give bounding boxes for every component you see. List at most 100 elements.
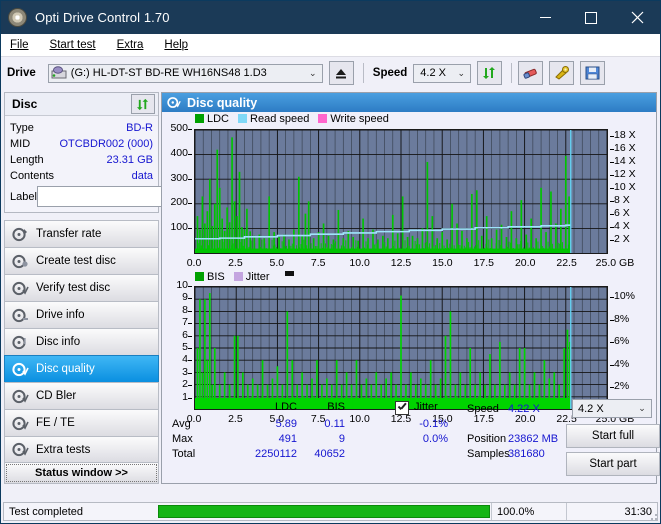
y2-tick-mark xyxy=(610,239,614,241)
y2-tick-label: 8 X xyxy=(614,193,630,206)
tools-button[interactable] xyxy=(549,61,575,85)
sidebar-item-disc-quality[interactable]: Disc quality xyxy=(4,355,159,382)
y-tick-label: 500 xyxy=(170,122,188,134)
menu-file[interactable]: File xyxy=(10,39,29,51)
minimize-button[interactable] xyxy=(522,2,568,34)
sidebar-item-label: Transfer rate xyxy=(36,228,102,240)
disc-row-length: Length 23.31 GB xyxy=(10,152,153,168)
status-window-button[interactable]: Status window >> xyxy=(4,462,159,484)
save-button[interactable] xyxy=(580,61,606,85)
sidebar-item-extra-tests[interactable]: Extra tests xyxy=(4,436,159,463)
stats-avg-bis: 0.11 xyxy=(324,418,345,430)
speed-select[interactable]: 4.2 X ⌄ xyxy=(413,63,472,83)
menu-start-test[interactable]: Start test xyxy=(50,39,96,51)
drive-icon xyxy=(51,66,67,79)
disc-mid-value: OTCBDR002 (000) xyxy=(59,138,153,150)
save-icon xyxy=(585,66,600,80)
menu-extra[interactable]: Extra xyxy=(117,39,144,51)
menu-help[interactable]: Help xyxy=(164,39,188,51)
y-tick-mark xyxy=(188,153,192,155)
disc-quality-icon xyxy=(12,362,29,376)
sidebar-item-cd-bler[interactable]: CD Bler xyxy=(4,382,159,409)
disc-quality-header: Disc quality xyxy=(162,93,656,112)
sidebar-item-create-test-disc[interactable]: Create test disc xyxy=(4,247,159,274)
y2-tick-label: 12 X xyxy=(614,167,636,180)
disc-refresh-button[interactable] xyxy=(131,94,155,114)
y-tick-mark xyxy=(188,348,192,349)
window-title: Opti Drive Control 1.70 xyxy=(35,10,170,25)
drive-select[interactable]: (G:) HL-DT-ST BD-RE WH16NS48 1.D3 ⌄ xyxy=(47,63,323,83)
legend-item-read-speed: Read speed xyxy=(238,113,309,125)
disc-quality-icon xyxy=(167,97,181,108)
menu-help-label: Help xyxy=(164,39,189,51)
stats-row-key-total: Total xyxy=(172,448,196,460)
verify-test-disc-icon xyxy=(12,281,29,295)
disc-row-mid: MID OTCBDR002 (000) xyxy=(10,136,153,152)
chart-top-legend: LDC Read speed Write speed xyxy=(162,112,656,125)
y2-tick-mark xyxy=(610,342,614,344)
stats-header-bis: BIS xyxy=(327,401,345,413)
y2-tick-mark xyxy=(610,387,614,389)
progress-bar xyxy=(158,505,490,518)
fe-te-icon xyxy=(12,416,29,430)
y2-tick-label: 4% xyxy=(614,357,630,370)
y-tick-mark xyxy=(188,335,192,337)
x-tick-label: 15.0 xyxy=(432,257,453,269)
y-tick-mark xyxy=(188,372,192,374)
start-full-button[interactable]: Start full xyxy=(566,424,660,448)
tools-icon xyxy=(555,66,569,80)
eject-button[interactable] xyxy=(328,61,354,85)
sidebar-item-label: Verify test disc xyxy=(36,282,111,294)
maximize-button[interactable] xyxy=(568,2,614,34)
y2-tick-label: 4 X xyxy=(614,219,630,232)
test-speed-select[interactable]: 4.2 X ⌄ xyxy=(572,399,652,418)
stats-header-ldc: LDC xyxy=(274,401,297,413)
sidebar-item-label: CD Bler xyxy=(36,390,77,402)
disc-label-key: Label xyxy=(10,190,37,203)
sidebar-item-transfer-rate[interactable]: Transfer rate xyxy=(4,220,159,247)
sidebar-item-verify-test-disc[interactable]: Verify test disc xyxy=(4,274,159,301)
disc-type-key: Type xyxy=(10,122,34,134)
stats-area: LDC BIS Jitter Avg 5.89 0.11 -0.1% Max 4… xyxy=(162,399,660,483)
legend-item-write-speed: Write speed xyxy=(318,113,389,125)
disc-info-rows: Type BD-R MID OTCBDR002 (000) Length 23.… xyxy=(5,116,240,212)
y-tick-mark xyxy=(188,203,192,205)
chevron-down-icon: ⌄ xyxy=(457,67,466,78)
menu-extra-label: Extra xyxy=(116,39,144,51)
disc-quality-title: Disc quality xyxy=(187,95,258,110)
sidebar-item-fe-te[interactable]: FE / TE xyxy=(4,409,159,436)
y-tick-mark xyxy=(188,129,192,130)
sidebar-item-label: Create test disc xyxy=(36,255,116,267)
sidebar-item-label: Extra tests xyxy=(36,443,91,456)
jitter-checkbox[interactable] xyxy=(395,401,409,415)
menu-bar: File Start test Extra Help xyxy=(1,34,660,57)
sidebar-item-drive-info[interactable]: Drive info xyxy=(4,301,159,328)
app-icon xyxy=(8,8,27,27)
erase-button[interactable] xyxy=(518,61,544,85)
y-tick-mark xyxy=(188,310,192,312)
y2-tick-mark xyxy=(610,135,614,137)
legend-swatch-ldc xyxy=(195,114,204,123)
progress-bar-container xyxy=(157,503,491,520)
disc-contents-value: data xyxy=(131,170,153,182)
refresh-button[interactable] xyxy=(477,61,503,85)
sidebar-item-disc-info[interactable]: Disc info xyxy=(4,328,159,355)
drive-info-icon xyxy=(12,308,28,322)
y2-tick-mark xyxy=(610,187,614,189)
y2-tick-label: 14 X xyxy=(614,154,636,167)
close-button[interactable] xyxy=(614,2,660,34)
legend-item-ldc: LDC xyxy=(195,113,229,125)
y-tick-label: 5 xyxy=(182,341,188,353)
disc-info-icon xyxy=(12,335,26,349)
legend-item-bis: BIS xyxy=(195,271,225,283)
y-tick-label: 6 xyxy=(182,328,188,341)
stats-max-bis: 9 xyxy=(338,433,345,445)
sidebar-item-label: FE / TE xyxy=(36,417,75,429)
status-text: Test completed xyxy=(9,505,83,518)
stats-samples-key: Samples xyxy=(467,448,510,460)
disc-mid-key: MID xyxy=(10,138,31,150)
menu-start-test-label: Start test xyxy=(49,39,96,51)
x-tick-label: 0.0 xyxy=(186,257,202,269)
stats-total-bis: 40652 xyxy=(314,448,345,460)
start-part-button[interactable]: Start part xyxy=(566,452,660,476)
